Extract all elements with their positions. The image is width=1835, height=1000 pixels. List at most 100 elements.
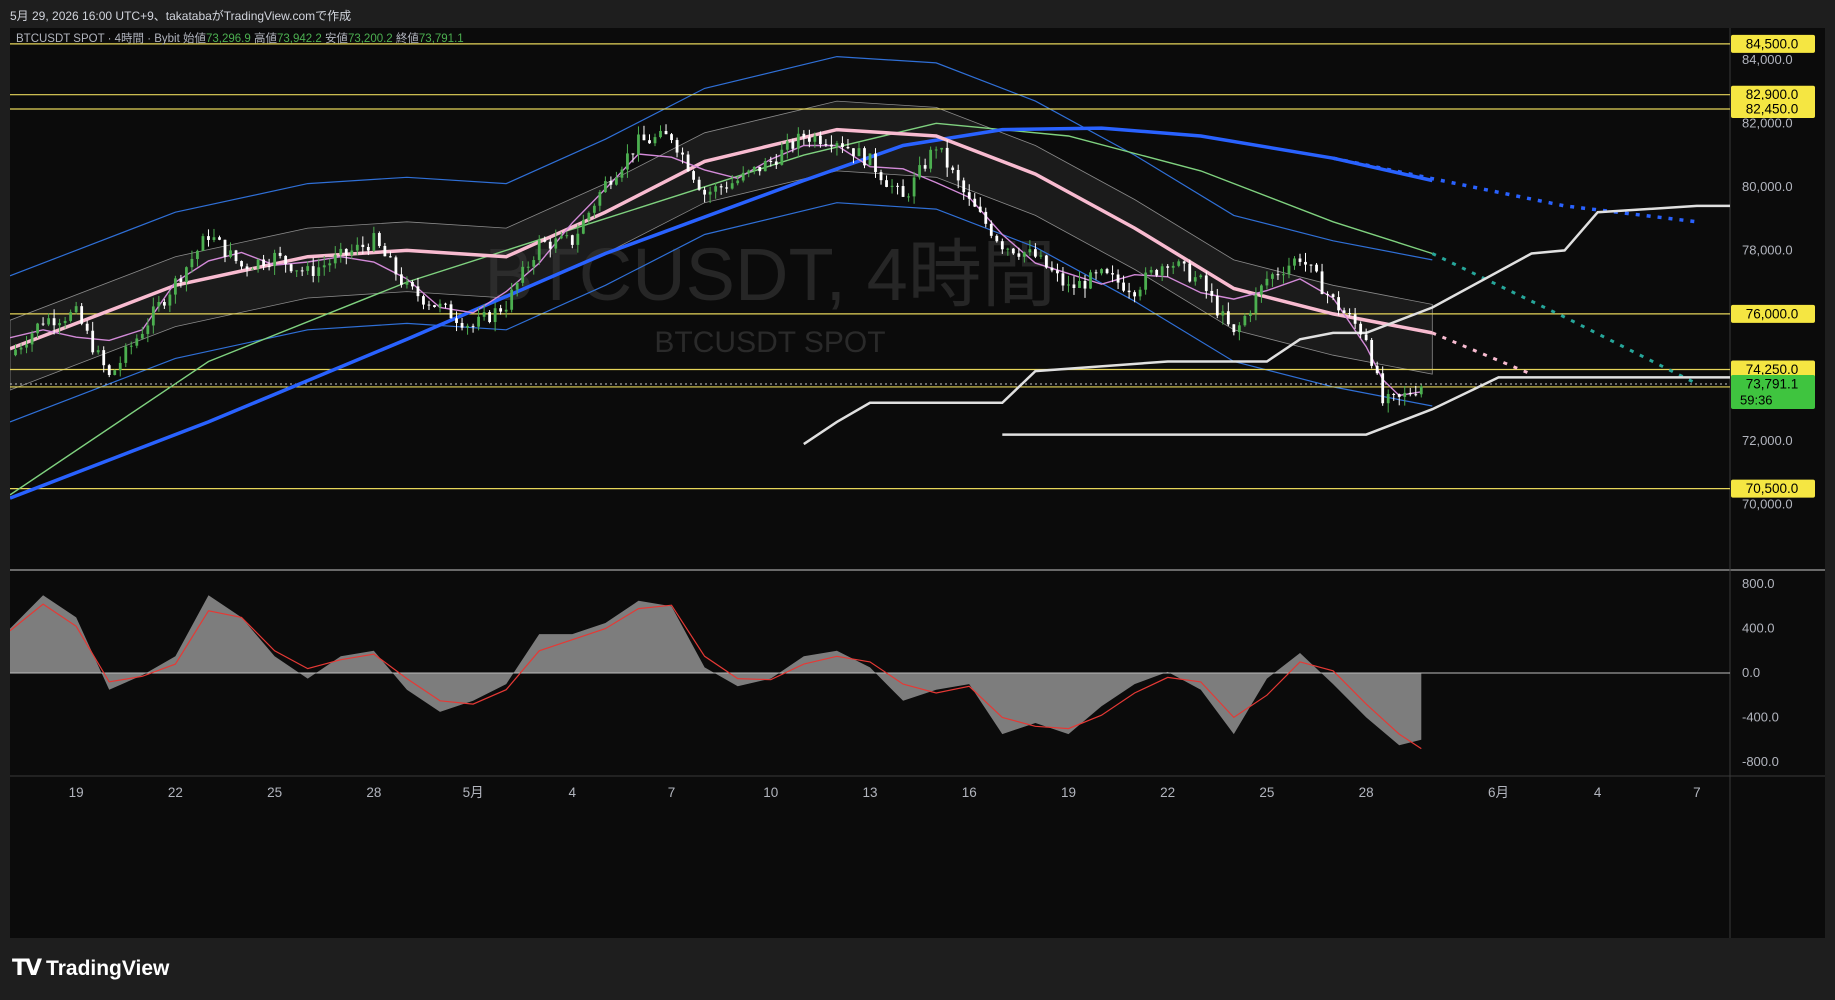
candle-body (427, 304, 431, 306)
candle-body (207, 236, 210, 240)
time-tick-label: 13 (862, 785, 877, 800)
candle-body (444, 303, 447, 305)
legend-open-label: 始値 (183, 31, 206, 45)
candle-body (173, 278, 177, 295)
candle-body (482, 312, 486, 317)
candle-body (1326, 294, 1329, 296)
candle-body (1265, 278, 1269, 286)
candle-body (405, 281, 409, 285)
candle-body (1364, 334, 1368, 340)
candle-body (383, 245, 387, 257)
candle-body (603, 181, 607, 193)
candle-body (763, 161, 767, 172)
candle-body (58, 323, 62, 326)
candle-body (830, 144, 833, 147)
time-tick-label: 22 (168, 785, 183, 800)
candle-body (322, 265, 326, 268)
candle-body (1348, 313, 1352, 315)
brand-name: TradingView (46, 956, 170, 980)
candle-body (162, 302, 166, 306)
candle-body (510, 289, 514, 310)
candle-body (455, 318, 458, 323)
candle-body (521, 266, 525, 283)
candle-body (923, 165, 927, 169)
candle-body (460, 322, 464, 328)
candle-body (1342, 310, 1346, 314)
candle-body (1337, 297, 1340, 311)
candle-body (1105, 269, 1109, 274)
legend-high-label: 高値 (254, 31, 277, 45)
candle-body (565, 235, 569, 237)
caption-bar: 5月 29, 2026 16:00 UTC+9、takatabaがTrading… (0, 0, 1835, 28)
time-tick-label: 25 (267, 785, 282, 800)
candle-body (350, 250, 354, 256)
candle-body (344, 248, 348, 256)
candle-body (967, 192, 971, 199)
candle-body (1193, 277, 1197, 282)
time-tick-label: 25 (1259, 785, 1274, 800)
chart-svg[interactable]: BTCUSDT, 4時間BTCUSDT SPOT70,000.072,000.0… (9, 28, 1825, 938)
candle-body (890, 185, 894, 187)
candle-body (1353, 314, 1357, 324)
candle-body (587, 212, 591, 220)
chart-container[interactable]: BTCUSDT, 4時間 BTCUSDT SPOT 70,000.0 72,000.0… (9, 28, 1825, 938)
candle-body (824, 144, 828, 146)
candle-body (1033, 249, 1037, 257)
candle-body (559, 236, 563, 239)
candle-body (1221, 311, 1225, 316)
candle-body (642, 134, 646, 141)
candle-body (1282, 274, 1285, 276)
candle-body (185, 267, 188, 283)
candle-body (725, 187, 729, 189)
candle-body (1122, 282, 1125, 291)
candle-body (1022, 252, 1026, 257)
candle-body (1160, 266, 1164, 276)
candle-body (1000, 241, 1004, 250)
candle-body (267, 266, 271, 268)
candle-body (25, 344, 28, 348)
candle-body (515, 282, 519, 290)
candle-body (295, 270, 299, 272)
candle-body (366, 247, 370, 251)
candle-body (1298, 258, 1302, 262)
candle-body (1061, 273, 1065, 286)
candle-body (962, 180, 966, 193)
candle-body (874, 153, 877, 173)
level-badge-label: 76,000.0 (1746, 306, 1799, 321)
candle-body (703, 189, 707, 195)
candle-body (262, 259, 265, 267)
candle-body (333, 254, 337, 264)
candle-body (1304, 261, 1307, 265)
time-tick-label: 16 (962, 785, 977, 800)
candle-body (785, 141, 789, 150)
legend-low: 73,200.2 (348, 33, 396, 45)
candle-body (1386, 394, 1390, 404)
candle-body (69, 312, 73, 321)
candle-body (653, 137, 657, 144)
candle-body (411, 281, 414, 287)
candle-body (626, 153, 629, 170)
price-tick-label: 72,000.0 (1742, 433, 1793, 448)
candle-body (394, 257, 398, 275)
tradingview-logo[interactable]: TV TradingView (12, 956, 169, 981)
candle-body (1237, 325, 1241, 333)
candle-body (1138, 289, 1142, 297)
price-tick-label: 80,000.0 (1742, 179, 1793, 194)
candle-body (1116, 274, 1120, 283)
candle-body (377, 233, 381, 246)
candle-body (846, 147, 850, 149)
candle-body (681, 152, 684, 155)
candle-body (901, 186, 905, 197)
candle-body (449, 304, 453, 319)
candle-body (1188, 263, 1192, 282)
time-tick-label: 22 (1160, 785, 1175, 800)
candle-body (1226, 311, 1230, 325)
candle-body (929, 149, 933, 169)
candle-body (752, 166, 756, 171)
candle-body (532, 260, 536, 267)
level-badge-label: 82,450.0 (1746, 102, 1799, 117)
time-tick-label: 4 (569, 785, 577, 800)
candle-body (631, 153, 635, 155)
candle-body (1381, 373, 1385, 404)
candle-body (240, 261, 243, 267)
